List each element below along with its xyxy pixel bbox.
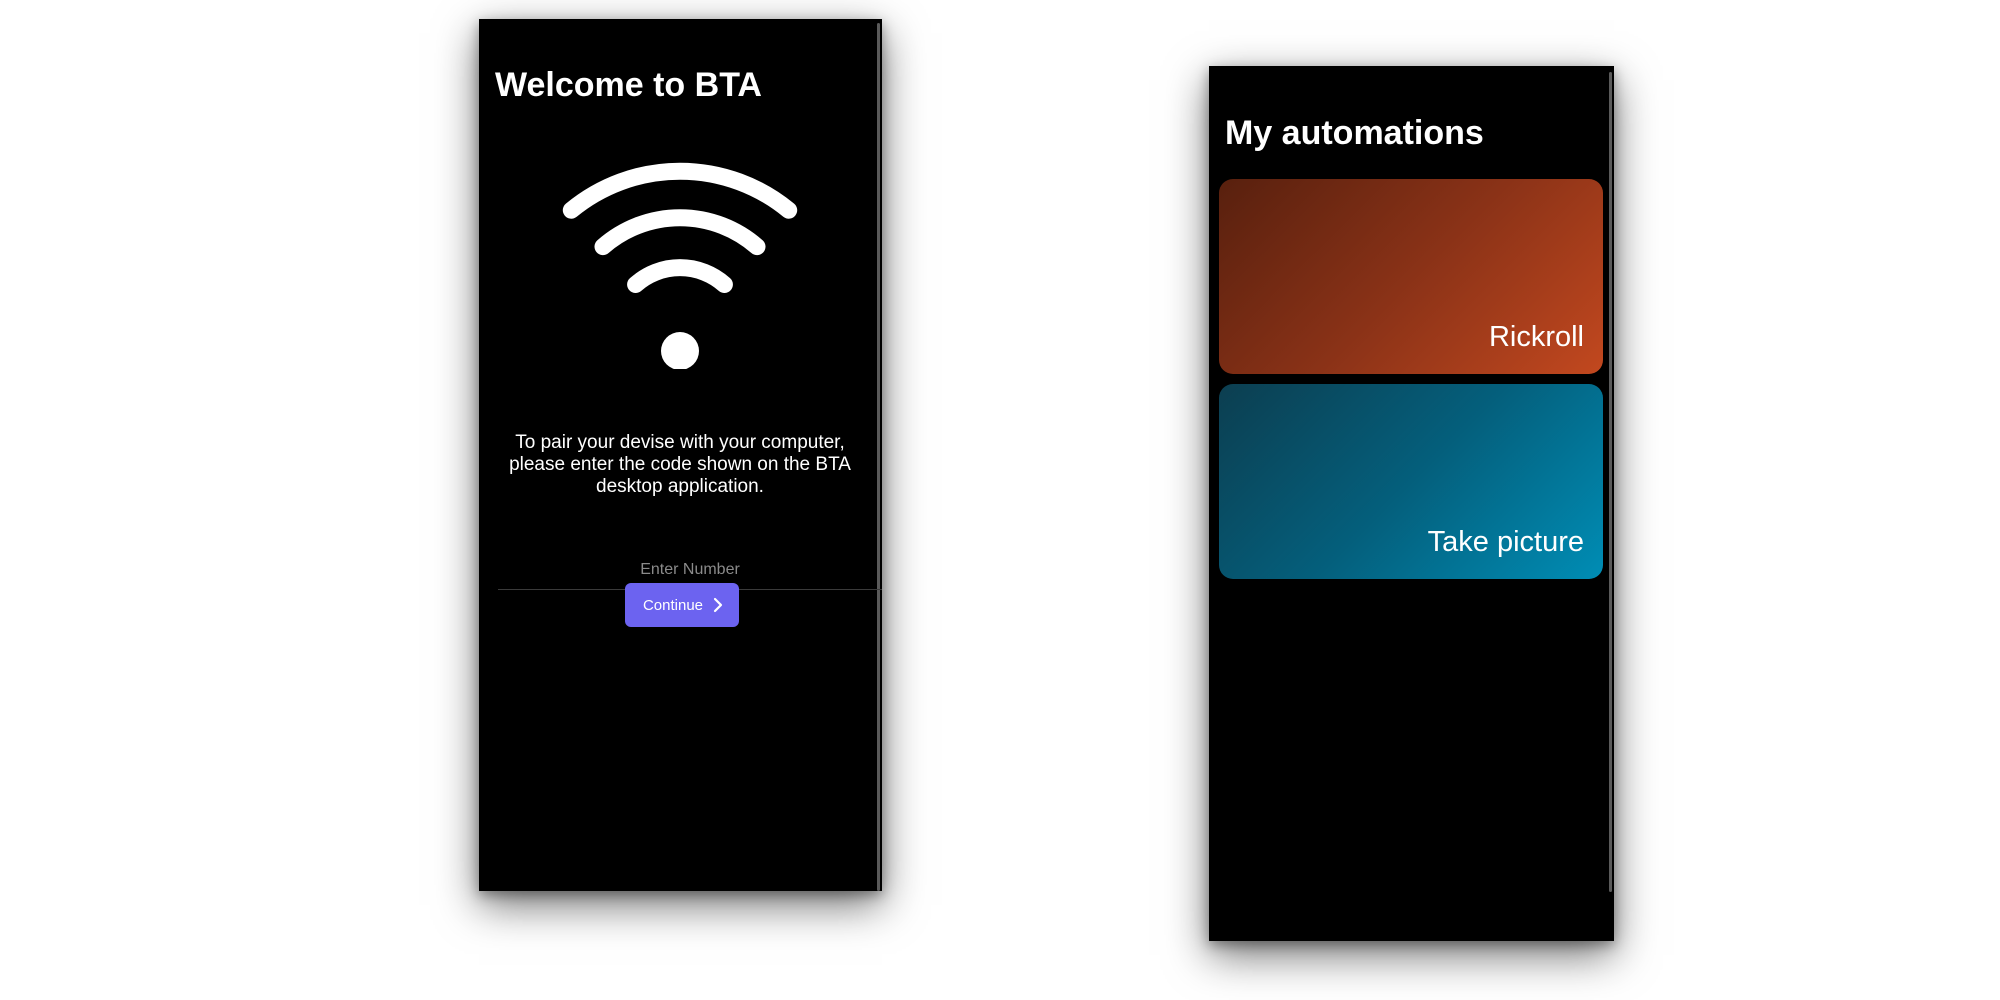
- page-title: Welcome to BTA: [495, 66, 762, 104]
- scrollbar[interactable]: [1609, 72, 1612, 892]
- wifi-icon: [562, 162, 798, 369]
- automation-card-rickroll[interactable]: Rickroll: [1219, 179, 1603, 374]
- pairing-instructions: To pair your devise with your computer, …: [509, 432, 851, 497]
- automation-card-label: Rickroll: [1488, 321, 1584, 353]
- automation-card-label: Take picture: [1427, 526, 1584, 558]
- page-title: My automations: [1225, 114, 1484, 152]
- pairing-screen: Welcome to BTA To pair your devise with …: [479, 19, 882, 891]
- canvas: Welcome to BTA To pair your devise with …: [0, 0, 2000, 1000]
- chevron-right-icon: [713, 597, 723, 613]
- automation-card-take-picture[interactable]: Take picture: [1219, 384, 1603, 579]
- continue-button[interactable]: Continue: [625, 583, 739, 627]
- automations-screen: My automations Rickroll Take picture: [1209, 66, 1614, 941]
- continue-button-label: Continue: [642, 596, 704, 614]
- scrollbar[interactable]: [877, 23, 880, 891]
